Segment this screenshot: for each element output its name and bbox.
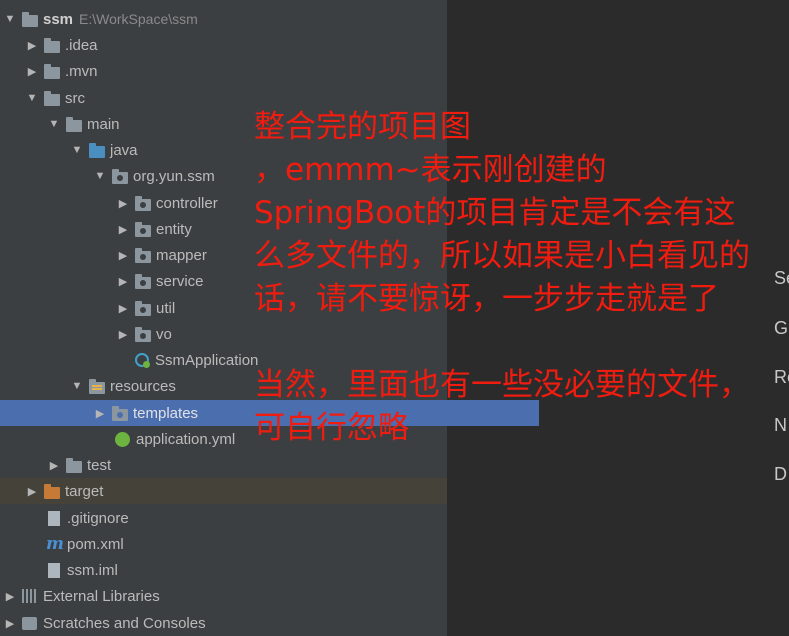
excluded-folder-icon <box>44 483 60 499</box>
chevron-right-icon[interactable]: ▶ <box>115 302 131 315</box>
tree-item-label: target <box>65 482 104 500</box>
tree-item-label: ssm.iml <box>67 561 118 579</box>
chevron-right-icon[interactable]: ▶ <box>115 249 131 262</box>
chevron-right-icon[interactable]: ▶ <box>115 275 131 288</box>
tree-item-mvn[interactable]: ▶ .mvn <box>0 58 471 84</box>
package-icon <box>135 273 151 289</box>
package-icon <box>135 221 151 237</box>
editor-text-fragment: N <box>774 415 787 435</box>
tree-item-vo[interactable]: ▶ vo <box>0 321 562 347</box>
chevron-right-icon[interactable]: ▶ <box>24 65 40 78</box>
folder-icon <box>66 116 82 132</box>
tree-item-label: .mvn <box>65 62 98 80</box>
chevron-right-icon[interactable]: ▶ <box>115 197 131 210</box>
chevron-right-icon[interactable]: ▶ <box>92 407 108 420</box>
tree-item-label: org.yun.ssm <box>133 167 215 185</box>
chevron-down-icon[interactable]: ▼ <box>92 170 108 182</box>
resources-folder-icon <box>89 378 105 394</box>
annotation-line: 可自行忽略 <box>254 410 409 446</box>
annotation-line: 整合完的项目图 <box>254 109 471 145</box>
chevron-right-icon[interactable]: ▶ <box>2 617 18 630</box>
chevron-right-icon[interactable]: ▶ <box>24 485 40 498</box>
libraries-icon <box>22 589 38 603</box>
text-file-icon <box>48 510 60 526</box>
package-icon <box>135 300 151 316</box>
chevron-right-icon[interactable]: ▶ <box>46 459 62 472</box>
package-icon <box>135 195 151 211</box>
package-icon <box>135 326 151 342</box>
tree-item-label: External Libraries <box>43 587 160 605</box>
chevron-down-icon[interactable]: ▼ <box>69 144 85 156</box>
chevron-down-icon[interactable]: ▼ <box>24 92 40 104</box>
chevron-right-icon[interactable]: ▶ <box>2 590 18 603</box>
tree-item-label: .gitignore <box>67 509 129 527</box>
annotation-line: 话，请不要惊讶，一步步走就是了 <box>254 281 719 317</box>
tree-item-label: src <box>65 89 85 107</box>
editor-text-fragment: Se <box>774 268 789 288</box>
spring-boot-class-icon <box>135 353 150 368</box>
tree-item-project-root[interactable]: ▼ ssm E:\WorkSpace\ssm <box>0 6 447 32</box>
tree-item-label: mapper <box>156 246 207 264</box>
tree-item-test[interactable]: ▶ test <box>0 452 493 478</box>
tree-item-label: java <box>110 141 138 159</box>
annotation-line: 么多文件的，所以如果是小白看见的 <box>254 238 750 274</box>
chevron-right-icon[interactable]: ▶ <box>115 223 131 236</box>
project-path: E:\WorkSpace\ssm <box>79 11 198 27</box>
folder-icon <box>112 405 128 421</box>
tree-item-iml[interactable]: ssm.iml <box>0 557 493 583</box>
chevron-right-icon[interactable]: ▶ <box>24 39 40 52</box>
tree-item-external-libraries[interactable]: ▶ External Libraries <box>0 583 449 609</box>
tree-item-label: main <box>87 115 120 133</box>
tree-item-gitignore[interactable]: .gitignore <box>0 505 493 531</box>
tree-item-pom[interactable]: m pom.xml <box>0 531 493 557</box>
tree-item-label: service <box>156 272 204 290</box>
chevron-down-icon[interactable]: ▼ <box>69 380 85 392</box>
chevron-down-icon[interactable]: ▼ <box>2 13 18 25</box>
editor-text-fragment: G <box>774 318 789 338</box>
package-icon <box>112 168 128 184</box>
module-file-icon <box>48 562 60 578</box>
folder-icon <box>44 37 60 53</box>
editor-text-fragment: Re <box>774 367 789 387</box>
tree-item-scratches[interactable]: ▶ Scratches and Consoles <box>0 610 449 636</box>
scratches-icon <box>22 616 37 630</box>
tree-item-idea[interactable]: ▶ .idea <box>0 32 471 58</box>
tree-item-label: vo <box>156 325 172 343</box>
tree-item-src[interactable]: ▼ src <box>0 85 471 111</box>
annotation-line: ，emmm~表示刚创建的 <box>254 152 607 188</box>
folder-icon <box>44 63 60 79</box>
tree-item-target[interactable]: ▶ target <box>0 478 447 504</box>
chevron-down-icon[interactable]: ▼ <box>46 118 62 130</box>
package-icon <box>135 247 151 263</box>
folder-icon <box>44 90 60 106</box>
source-folder-icon <box>89 142 105 158</box>
tree-item-label: entity <box>156 220 192 238</box>
folder-icon <box>66 457 82 473</box>
tree-item-label: util <box>156 299 176 317</box>
tree-item-label: pom.xml <box>67 535 124 553</box>
module-folder-icon <box>22 11 38 27</box>
tree-item-label: application.yml <box>136 430 236 448</box>
tree-item-label: test <box>87 456 112 474</box>
tree-item-label: .idea <box>65 36 98 54</box>
spring-leaf-icon <box>115 431 130 447</box>
editor-text-fragment: D <box>774 464 787 484</box>
tree-item-label: controller <box>156 194 218 212</box>
tree-item-label: SsmApplication <box>155 351 259 369</box>
annotation-line: 当然，里面也有一些没必要的文件， <box>254 367 750 403</box>
maven-icon: m <box>46 534 64 554</box>
tree-item-label: templates <box>133 404 199 422</box>
chevron-right-icon[interactable]: ▶ <box>115 328 131 341</box>
tree-item-label: Scratches and Consoles <box>43 614 206 632</box>
annotation-line: SpringBoot的项目肯定是不会有这 <box>254 195 736 231</box>
tree-item-label: resources <box>110 377 176 395</box>
project-name: ssm <box>43 10 74 28</box>
